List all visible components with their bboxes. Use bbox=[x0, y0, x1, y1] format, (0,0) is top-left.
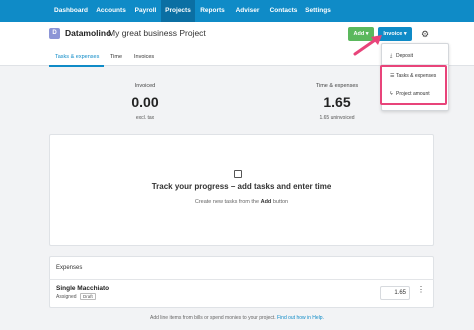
pointer-arrow-icon bbox=[353, 35, 382, 56]
